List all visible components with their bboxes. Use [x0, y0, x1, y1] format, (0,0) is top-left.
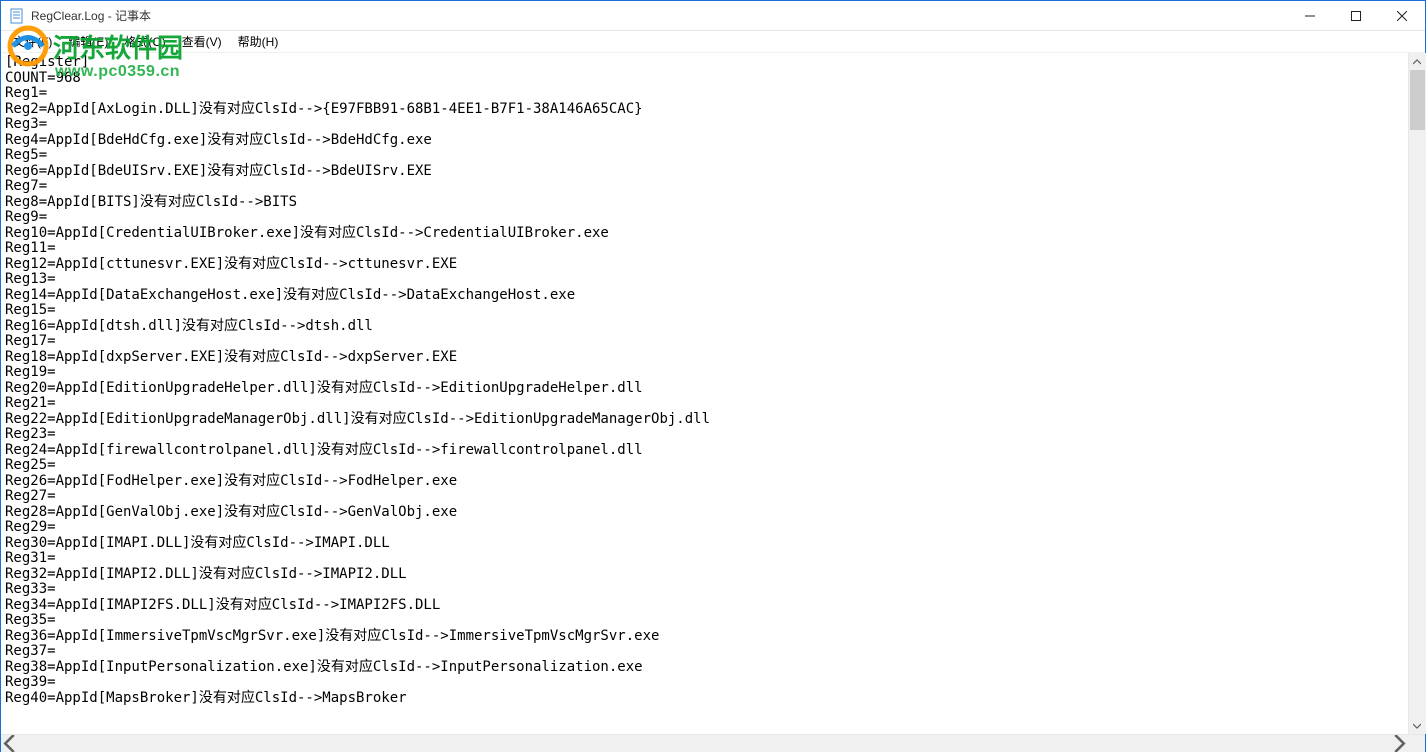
scrollbar-corner: [1408, 735, 1425, 752]
menu-edit[interactable]: 编辑(E): [60, 31, 116, 52]
text-area[interactable]: [Register] COUNT=968 Reg1= Reg2=AppId[Ax…: [1, 53, 1408, 734]
content-wrap: [Register] COUNT=968 Reg1= Reg2=AppId[Ax…: [1, 53, 1425, 734]
scroll-track-horizontal[interactable]: [18, 735, 1391, 752]
title-bar[interactable]: RegClear.Log - 记事本: [1, 1, 1425, 31]
menu-file[interactable]: 文件(F): [5, 31, 60, 52]
window-title: RegClear.Log - 记事本: [31, 7, 151, 24]
horizontal-scrollbar[interactable]: [1, 734, 1425, 751]
menu-view[interactable]: 查看(V): [174, 31, 230, 52]
notepad-window: 河东软件园 www.pc0359.cn RegClear.Log - 记事本 文…: [0, 0, 1426, 752]
notepad-app-icon: [9, 8, 25, 24]
scroll-left-button[interactable]: [1, 735, 18, 752]
menu-bar: 文件(F) 编辑(E) 格式(O) 查看(V) 帮助(H): [1, 31, 1425, 53]
vertical-scrollbar[interactable]: [1408, 53, 1425, 734]
scroll-right-button[interactable]: [1391, 735, 1408, 752]
minimize-button[interactable]: [1287, 1, 1333, 31]
scroll-up-button[interactable]: [1409, 53, 1426, 70]
maximize-button[interactable]: [1333, 1, 1379, 31]
scroll-thumb-vertical[interactable]: [1410, 70, 1425, 130]
close-button[interactable]: [1379, 1, 1425, 31]
menu-help[interactable]: 帮助(H): [230, 31, 287, 52]
window-controls: [1287, 1, 1425, 31]
menu-format[interactable]: 格式(O): [116, 31, 173, 52]
scroll-track-vertical[interactable]: [1409, 70, 1426, 717]
scroll-down-button[interactable]: [1409, 717, 1426, 734]
